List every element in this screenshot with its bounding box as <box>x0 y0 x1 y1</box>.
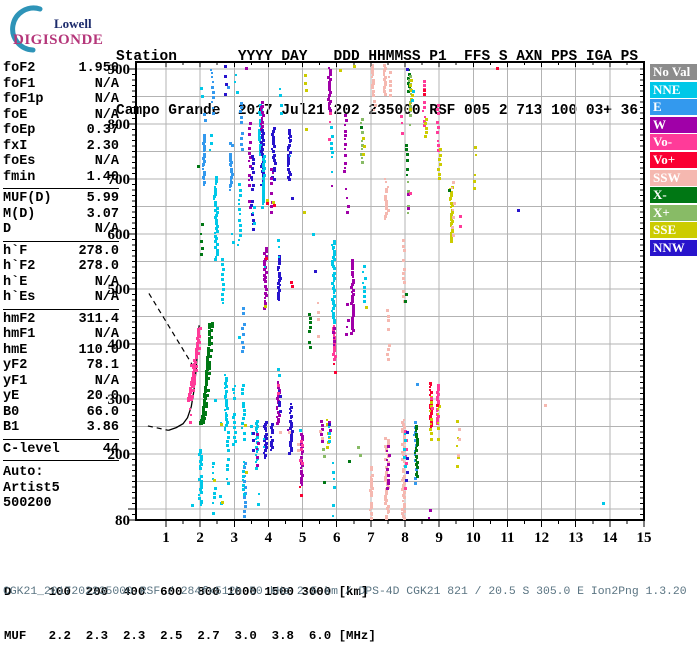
y-axis-label: 700 <box>108 172 131 188</box>
file-info-footer: CGK21_2017202235000.RSF / 284fx512h 50 k… <box>3 586 687 598</box>
legend-item-x-: X- <box>650 187 697 204</box>
legend-item-nne: NNE <box>650 81 697 98</box>
legend-item-x-: X+ <box>650 204 697 221</box>
x-axis-label: 7 <box>367 530 375 546</box>
x-axis-label: 4 <box>265 530 273 546</box>
axis-ticks <box>128 62 645 527</box>
x-axis-label: 3 <box>231 530 239 546</box>
dmuf-table: D 100 200 400 600 800 1000 1500 3000 [km… <box>4 556 376 658</box>
x-axis-label: 13 <box>568 530 583 546</box>
x-axis-label: 12 <box>534 530 549 546</box>
profile-overlay <box>147 293 200 431</box>
grid-lines <box>137 63 643 519</box>
x-axis-label: 10 <box>466 530 481 546</box>
y-axis-label: 800 <box>108 117 131 133</box>
y-axis-label: 600 <box>108 227 131 243</box>
y-axis-label: 400 <box>108 337 131 353</box>
x-axis-label: 1 <box>162 530 170 546</box>
x-axis-label: 8 <box>401 530 409 546</box>
legend-item-vo-: Vo+ <box>650 151 697 168</box>
x-axis-label: 6 <box>333 530 341 546</box>
ionogram-app-window: { "logo": {"line1": "Lowell", "line2": "… <box>0 0 700 643</box>
direction-color-legend: No Val NNE E W Vo- Vo+ SSW X- X+ SSE NNW <box>650 64 698 258</box>
legend-item-w: W <box>650 116 697 133</box>
y-axis-label: 300 <box>108 392 131 408</box>
x-axis-label: 15 <box>637 530 652 546</box>
x-axis-label: 14 <box>602 530 618 546</box>
x-axis-label: 5 <box>299 530 307 546</box>
plot-frame <box>135 61 645 521</box>
y-axis-label: 900 <box>108 62 131 78</box>
legend-item-nnw: NNW <box>650 239 697 256</box>
muf-row: MUF 2.2 2.3 2.3 2.5 2.7 3.0 3.8 6.0 [MHz… <box>4 628 376 643</box>
legend-item-sse: SSE <box>650 222 697 239</box>
y-axis-label: 80 <box>115 513 130 529</box>
dashed-guide-line <box>148 293 197 371</box>
x-axis-label: 2 <box>196 530 204 546</box>
ionogram-plot: 900800700600500400300200801 2 3 4 5 6 7 8 9 10 11 1… <box>108 61 652 546</box>
y-axis-label: 500 <box>108 282 131 298</box>
ionogram-echo-scatter <box>187 64 605 520</box>
legend-item-vo-: Vo- <box>650 134 697 151</box>
legend-item-e: E <box>650 99 697 116</box>
legend-item-no-val: No Val <box>650 64 697 80</box>
y-axis-label: 200 <box>108 447 131 463</box>
x-axis-label: 9 <box>435 530 443 546</box>
legend-item-ssw: SSW <box>650 169 697 186</box>
axis-labels: 900800700600500400300200801 2 3 4 5 6 7 8 9 10 11 1… <box>108 62 652 546</box>
x-axis-label: 11 <box>500 530 514 546</box>
